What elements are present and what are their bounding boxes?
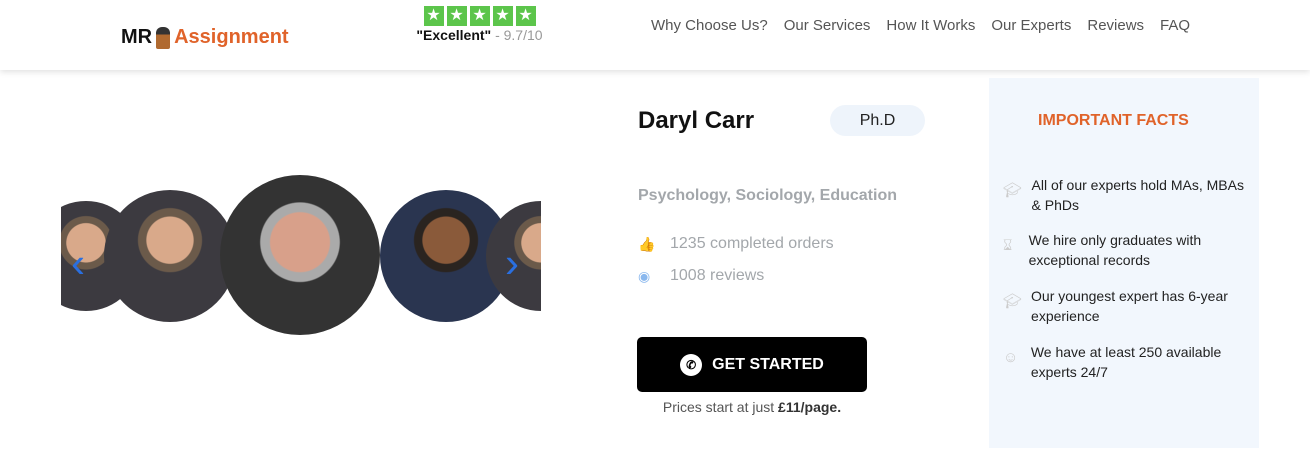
degree-badge: Ph.D xyxy=(830,105,925,136)
fact-item: ☺ We have at least 250 available experts … xyxy=(1003,342,1253,382)
reviews-text: 1008 reviews xyxy=(670,267,765,284)
reviews-stat: ◉ 1008 reviews xyxy=(638,267,764,285)
fact-text: We hire only graduates with exceptional … xyxy=(1028,232,1202,268)
price-value: £11/page. xyxy=(778,399,842,415)
facts-title: IMPORTANT FACTS xyxy=(1038,112,1189,129)
eye-icon: ◉ xyxy=(638,267,651,284)
rating-stars: ★ ★ ★ ★ ★ xyxy=(412,6,547,26)
important-facts-panel: IMPORTANT FACTS 🎓︎ All of our experts hol… xyxy=(989,78,1259,448)
fact-text: All of our experts hold MAs, MBAs & PhDs xyxy=(1031,177,1244,213)
logo-text-mr: MR xyxy=(121,26,153,48)
expert-subjects: Psychology, Sociology, Education xyxy=(638,187,897,204)
orders-text: 1235 completed orders xyxy=(670,235,834,252)
expert-photo-active[interactable] xyxy=(220,175,380,335)
header: MR Assignment ★ ★ ★ ★ ★ "Excellent" - 9.7/10… xyxy=(0,0,1310,70)
get-started-label: GET STARTED xyxy=(712,355,824,373)
star-icon: ★ xyxy=(423,6,444,26)
expert-photo[interactable] xyxy=(104,190,236,322)
price-note: Prices start at just £11/page. xyxy=(637,399,867,415)
nav-our-experts[interactable]: Our Experts xyxy=(991,17,1071,34)
star-icon: ★ xyxy=(446,6,467,26)
carousel-prev-arrow-icon[interactable]: ‹ xyxy=(71,242,85,284)
fact-item: ⌛︎ We hire only graduates with exceptiona… xyxy=(1003,230,1253,270)
nav-reviews[interactable]: Reviews xyxy=(1087,17,1144,34)
fact-item: 🎓︎ All of our experts hold MAs, MBAs & Ph… xyxy=(1003,175,1253,215)
nav-why-choose-us[interactable]: Why Choose Us? xyxy=(651,17,768,34)
thumbs-up-icon: 👍 xyxy=(638,235,656,252)
smile-icon: ☺ xyxy=(1003,349,1019,366)
fact-text: Our youngest expert has 6-year experienc… xyxy=(1031,288,1228,324)
fact-text: We have at least 250 available experts 2… xyxy=(1030,344,1222,380)
star-icon: ★ xyxy=(469,6,490,26)
fact-item: 🎓︎ Our youngest expert has 6-year experie… xyxy=(1003,286,1253,326)
nav-faq[interactable]: FAQ xyxy=(1160,17,1190,34)
main-nav: Why Choose Us? Our Services How It Works… xyxy=(651,17,1190,34)
rating-score: - 9.7/10 xyxy=(491,27,543,43)
graduation-cap-icon: 🎓︎ xyxy=(1003,293,1023,310)
nav-our-services[interactable]: Our Services xyxy=(784,17,871,34)
graduation-cap-icon: 🎓︎ xyxy=(1003,182,1023,199)
logo-text-assignment: Assignment xyxy=(174,26,289,48)
star-icon: ★ xyxy=(515,6,536,26)
rating: ★ ★ ★ ★ ★ "Excellent" - 9.7/10 xyxy=(412,6,547,43)
whatsapp-icon: ✆ xyxy=(680,353,703,376)
orders-stat: 👍 1235 completed orders xyxy=(638,235,834,253)
expert-name: Daryl Carr xyxy=(638,107,755,134)
logo-figure-icon xyxy=(156,26,171,49)
price-prefix: Prices start at just xyxy=(662,399,779,415)
carousel-next-arrow-icon[interactable]: › xyxy=(505,242,519,284)
get-started-button[interactable]: ✆ GET STARTED xyxy=(637,337,867,392)
expert-carousel: ‹ › xyxy=(61,170,541,340)
logo[interactable]: MR Assignment xyxy=(121,26,289,49)
rating-label: "Excellent" xyxy=(416,27,492,43)
hourglass-icon: ⌛︎ xyxy=(1003,237,1013,254)
nav-how-it-works[interactable]: How It Works xyxy=(886,17,975,34)
star-icon: ★ xyxy=(492,6,513,26)
